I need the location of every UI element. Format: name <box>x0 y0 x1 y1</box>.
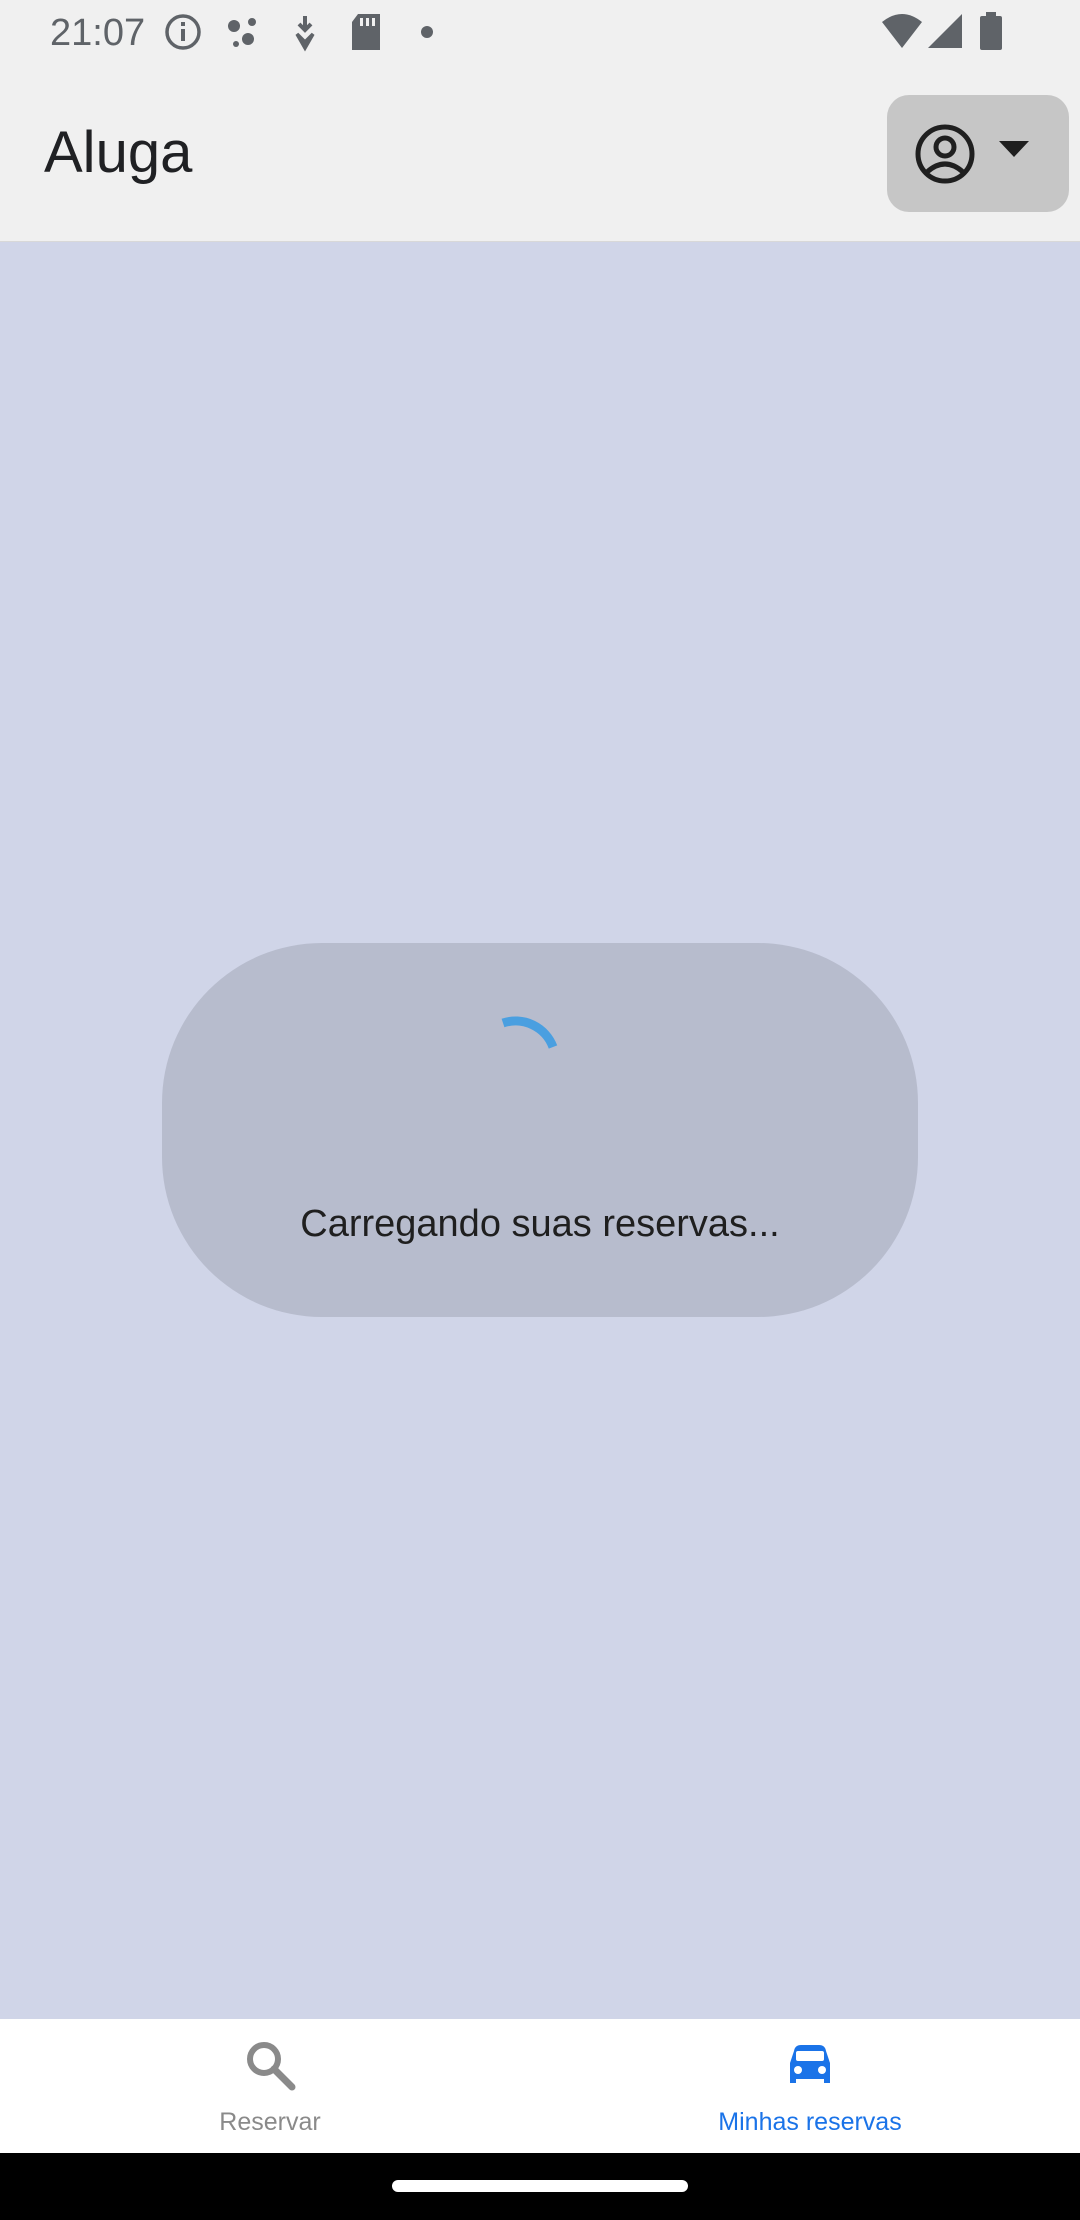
info-icon <box>163 12 203 57</box>
dot-icon <box>417 22 437 47</box>
app-title: Aluga <box>44 120 193 185</box>
loading-spinner <box>471 993 611 1138</box>
account-circle-icon <box>913 122 977 191</box>
sd-card-icon <box>348 12 384 57</box>
home-gesture-handle[interactable] <box>392 2180 688 2192</box>
search-icon <box>242 2037 298 2098</box>
assistant-dots-icon <box>224 12 264 57</box>
car-icon <box>782 2037 838 2098</box>
status-time: 21:07 <box>50 12 146 54</box>
account-menu-button[interactable] <box>887 95 1069 212</box>
nav-label-reservar: Reservar <box>219 2108 321 2136</box>
signal-icon <box>926 12 966 57</box>
nav-item-minhas-reservas[interactable]: Minhas reservas <box>540 2019 1080 2153</box>
app-bar: Aluga <box>0 66 1080 242</box>
wifi-icon <box>880 12 924 57</box>
main-content: Carregando suas reservas... <box>0 242 1080 2019</box>
loading-card: Carregando suas reservas... <box>162 943 918 1317</box>
download-icon <box>285 12 325 57</box>
bottom-navigation: Reservar Minhas reservas <box>0 2019 1080 2153</box>
nav-label-minhas-reservas: Minhas reservas <box>718 2108 902 2136</box>
caret-down-icon <box>997 139 1031 164</box>
status-bar: 21:07 <box>0 0 1080 66</box>
nav-item-reservar[interactable]: Reservar <box>0 2019 540 2153</box>
battery-icon <box>978 12 1004 57</box>
system-gesture-bar <box>0 2153 1080 2220</box>
loading-text: Carregando suas reservas... <box>300 1203 780 1245</box>
